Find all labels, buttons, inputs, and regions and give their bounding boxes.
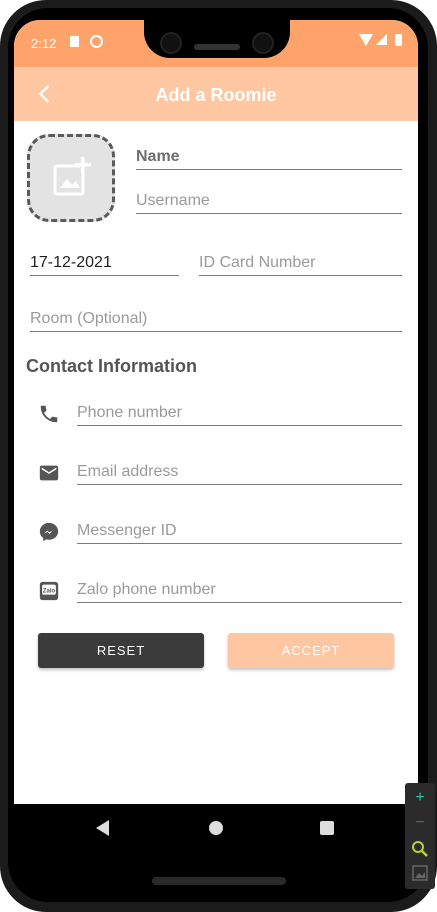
zalo-icon-text: Zalo xyxy=(43,588,56,594)
sync-icon xyxy=(90,35,103,48)
zalo-phone-number-field[interactable]: Zalo phone number xyxy=(77,577,402,603)
signal-icon xyxy=(376,34,387,45)
camera-left xyxy=(160,32,182,54)
nav-back-icon[interactable] xyxy=(96,820,109,836)
earpiece-speaker xyxy=(194,44,240,50)
nav-home-icon[interactable] xyxy=(209,821,223,835)
name-field[interactable]: Name xyxy=(136,144,402,170)
status-time: 2:12 xyxy=(31,36,57,51)
sd-card-icon xyxy=(70,36,79,47)
camera-right xyxy=(252,32,274,54)
add-photo-icon xyxy=(53,157,91,196)
reset-button[interactable]: RESET xyxy=(38,633,204,668)
email-address-field[interactable]: Email address xyxy=(77,459,402,485)
messenger-icon xyxy=(39,522,59,542)
accept-button[interactable]: ACCEPT xyxy=(228,633,394,668)
messenger-id-field[interactable]: Messenger ID xyxy=(77,518,402,544)
app-screen: 2:12 Add a Roomie Name Username 17-12-20… xyxy=(14,20,418,852)
emulator-side-toolbar: + − xyxy=(405,783,435,889)
profile-photo-picker[interactable] xyxy=(27,134,115,222)
phone-number-field[interactable]: Phone number xyxy=(77,400,402,426)
zoom-out-icon[interactable]: − xyxy=(405,811,435,835)
phone-device-frame: 2:12 Add a Roomie Name Username 17-12-20… xyxy=(0,0,437,912)
contact-information-heading: Contact Information xyxy=(26,356,197,376)
birth-date-field[interactable]: 17-12-2021 xyxy=(30,250,179,276)
email-icon xyxy=(39,465,59,481)
id-card-number-field[interactable]: ID Card Number xyxy=(199,250,402,276)
search-zoom-icon[interactable] xyxy=(410,839,430,859)
bottom-speaker-grille xyxy=(152,877,286,885)
wifi-icon xyxy=(359,34,373,46)
zoom-in-icon[interactable]: + xyxy=(405,786,435,810)
room-field[interactable]: Room (Optional) xyxy=(30,306,402,332)
system-navigation-bar xyxy=(14,804,418,852)
page-title: Add a Roomie xyxy=(155,85,277,105)
username-field[interactable]: Username xyxy=(136,188,402,214)
phone-icon xyxy=(40,405,58,423)
app-bar: Add a Roomie xyxy=(14,67,418,121)
zalo-icon: Zalo xyxy=(39,581,59,601)
camera-notch xyxy=(144,20,290,58)
battery-icon xyxy=(395,34,402,46)
nav-recent-apps-icon[interactable] xyxy=(320,821,334,835)
image-icon[interactable] xyxy=(412,865,428,881)
